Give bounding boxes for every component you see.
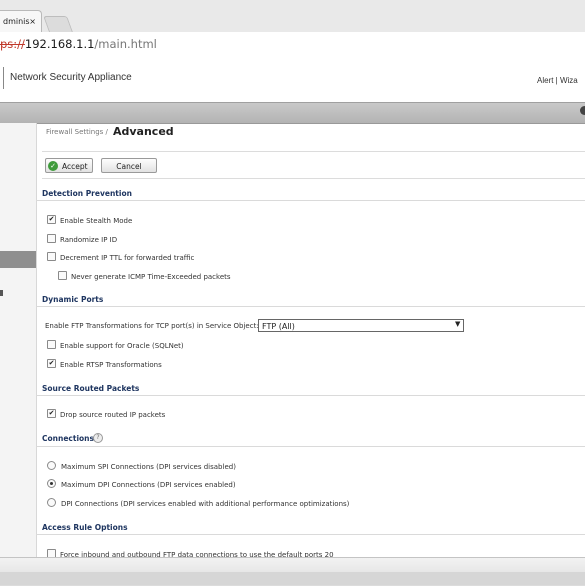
max-spi-radio[interactable] (47, 461, 56, 470)
title-divider (42, 151, 585, 152)
section-divider (36, 446, 585, 447)
status-bar (0, 572, 585, 585)
section-title-detection: Detection Prevention (42, 189, 132, 198)
stealth-mode-label: Enable Stealth Mode (60, 217, 133, 225)
section-title-access-rule: Access Rule Options (42, 523, 128, 532)
radio-selected-dot (50, 482, 53, 485)
sidebar-item-selected[interactable] (0, 251, 36, 268)
stealth-mode-checkbox[interactable]: ✔ (47, 215, 56, 224)
never-generate-label: Never generate ICMP Time-Exceeded packet… (71, 273, 231, 281)
toolbar-divider (42, 178, 585, 179)
help-icon[interactable]: ? (93, 433, 103, 443)
top-nav-bar (0, 102, 585, 124)
oracle-checkbox[interactable] (47, 340, 56, 349)
url-scheme: ps:// (0, 37, 25, 51)
url-path: /main.html (94, 37, 157, 51)
section-divider (36, 306, 585, 307)
rtsp-checkbox[interactable]: ✔ (47, 359, 56, 368)
max-dpi-label: Maximum DPI Connections (DPI services en… (61, 481, 236, 489)
randomize-ip-checkbox[interactable] (47, 234, 56, 243)
browser-tab-title: dminis (3, 17, 30, 26)
check-icon: ✓ (48, 161, 58, 171)
oracle-label: Enable support for Oracle (SQLNet) (60, 342, 184, 350)
decrement-ttl-label: Decrement IP TTL for forwarded traffic (60, 254, 195, 262)
sidebar (0, 123, 37, 557)
rtsp-label: Enable RTSP Transformations (60, 361, 162, 369)
browser-tab[interactable]: dminis × (0, 10, 42, 32)
dpi-connections-radio[interactable] (47, 498, 56, 507)
section-divider (36, 200, 585, 201)
drop-source-routed-label: Drop source routed IP packets (60, 411, 166, 419)
section-divider (36, 395, 585, 396)
decrement-ttl-checkbox[interactable] (47, 252, 56, 261)
nav-menu-icon[interactable] (580, 106, 585, 115)
section-title-source-routed: Source Routed Packets (42, 384, 140, 393)
sidebar-item-marker[interactable] (0, 290, 3, 296)
dpi-connections-label: DPI Connections (DPI services enabled wi… (61, 500, 350, 508)
section-title-dynamic-ports: Dynamic Ports (42, 295, 104, 304)
accept-label: Accept (62, 162, 88, 171)
header-links[interactable]: Alert | Wiza (537, 76, 578, 85)
section-title-connections: Connections (42, 434, 94, 443)
page-title: Advanced (113, 125, 174, 138)
drop-source-routed-checkbox[interactable]: ✔ (47, 409, 56, 418)
browser-tab-strip (0, 0, 585, 33)
breadcrumb[interactable]: Firewall Settings / (46, 128, 108, 136)
randomize-ip-label: Randomize IP ID (60, 236, 118, 244)
section-divider (36, 534, 585, 535)
cancel-button[interactable]: Cancel (101, 158, 157, 173)
app-title: Network Security Appliance (10, 72, 132, 83)
ftp-service-object-select[interactable]: FTP (All) (258, 319, 464, 332)
never-generate-checkbox[interactable] (58, 271, 67, 280)
max-spi-label: Maximum SPI Connections (DPI services di… (61, 463, 236, 471)
url-host: 192.168.1.1 (24, 37, 95, 51)
close-tab-icon[interactable]: × (29, 11, 36, 33)
ftp-transform-label: Enable FTP Transformations for TCP port(… (45, 322, 259, 330)
header-divider (3, 67, 4, 89)
address-bar[interactable]: ps://192.168.1.1/main.html (0, 32, 585, 57)
chevron-down-icon[interactable]: ▼ (455, 320, 460, 328)
